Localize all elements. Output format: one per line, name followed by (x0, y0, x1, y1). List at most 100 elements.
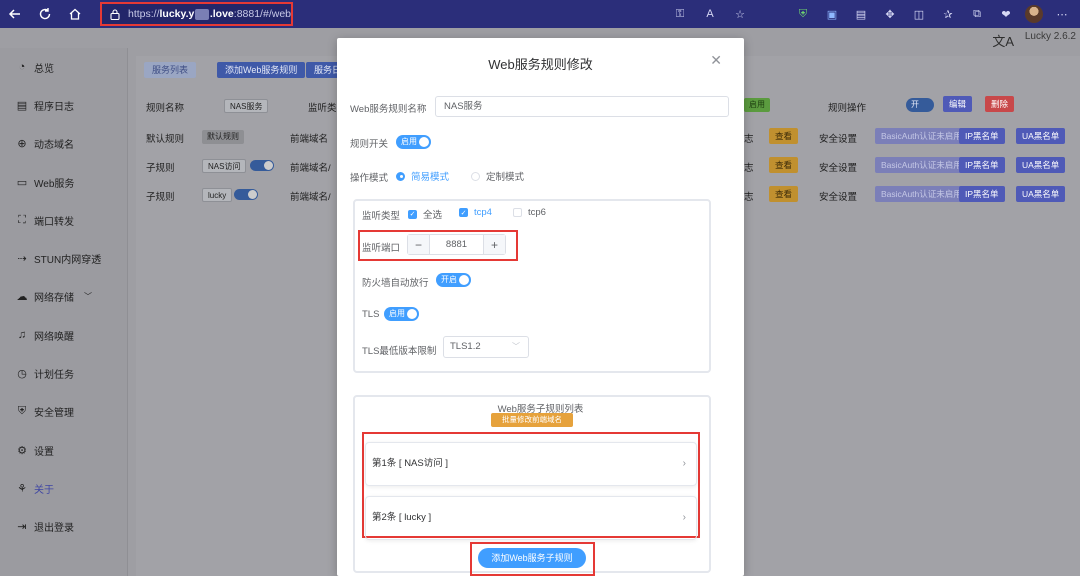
split-icon[interactable]: ◫ (909, 4, 929, 24)
tab-add-rule[interactable]: 添加Web服务规则 (217, 62, 306, 78)
sidebar-item-label: Web服务 (34, 178, 75, 190)
stun-icon: ⇢ (17, 253, 27, 266)
view-button[interactable]: 查看 (769, 157, 799, 173)
sidebar-item-storage[interactable]: ☁ 网络存储 ﹀ (0, 278, 127, 316)
address-bar[interactable]: https:// lucky.y .love :8881/#/web (100, 2, 293, 26)
tls-toggle[interactable]: 启用 (384, 307, 419, 321)
collections-icon[interactable]: ⧉ (967, 4, 987, 24)
tls-version-select[interactable]: TLS1.2 ﹀ (443, 336, 529, 358)
tab-service-list[interactable]: 服务列表 (144, 62, 197, 78)
close-icon[interactable]: ✕ (710, 52, 722, 69)
url-tld: .love (209, 8, 234, 20)
minus-icon[interactable]: − (408, 235, 430, 254)
redacted-mask (195, 8, 209, 20)
sidebar-item-logout[interactable]: ⇥ 退出登录 (0, 508, 127, 546)
tcp4-checkbox[interactable]: ✓ tcp4 (459, 207, 492, 218)
batch-edit-domain-button[interactable]: 批量修改前端域名 (491, 413, 573, 427)
home-icon[interactable] (60, 0, 90, 28)
key-icon[interactable]: ⚿ (670, 4, 690, 24)
about-icon: ⚘ (17, 482, 27, 495)
edit-button[interactable]: 编辑 (943, 96, 973, 112)
sidebar-item-label: 设置 (34, 446, 54, 458)
chevron-down-icon: ﹀ (512, 342, 520, 351)
row-type: 默认规则 (146, 134, 185, 145)
lock-icon (110, 8, 120, 20)
sub-rule-label: 第1条 [ NAS访问 ] (372, 458, 449, 469)
ua-blacklist-button[interactable]: UA黑名单 (1016, 157, 1066, 173)
shield-icon[interactable]: ⛨ (793, 4, 813, 24)
profile-avatar[interactable] (1025, 5, 1043, 23)
sidebar-item-logs[interactable]: ▤ 程序日志 (0, 86, 127, 124)
select-all-checkbox[interactable]: ✓ 全选 (408, 207, 442, 221)
ip-blacklist-button[interactable]: IP黑名单 (959, 128, 1005, 144)
rule-switch-toggle[interactable]: 启用 (396, 135, 431, 149)
mode-custom-radio[interactable]: 定制模式 (471, 169, 524, 183)
ddns-icon: ⊕ (17, 138, 27, 151)
tcp6-checkbox[interactable]: tcp6 (513, 207, 546, 218)
ua-blacklist-button[interactable]: UA黑名单 (1016, 128, 1066, 144)
edit-rule-dialog: Web服务规则修改 ✕ Web服务规则名称 NAS服务 规则开关 启用 操作模式… (337, 38, 744, 576)
rule-name-input[interactable]: NAS服务 (435, 96, 729, 117)
basic-auth-button[interactable]: BasicAuth认证未启用 (875, 157, 968, 173)
port-input[interactable]: 8881 (430, 239, 483, 250)
row-toggle[interactable] (250, 160, 274, 171)
sidebar-item-schedule[interactable]: ◷ 计划任务 (0, 354, 127, 392)
mode-simple-radio[interactable]: 简易模式 (396, 169, 449, 183)
url-host: lucky.y (159, 8, 195, 20)
plus-icon[interactable]: + (483, 235, 505, 254)
extensions-icon[interactable]: ✥ (880, 4, 900, 24)
sidebar-item-port-forward[interactable]: ⛶ 端口转发 (0, 201, 127, 239)
more-icon[interactable]: ⋯ (1052, 4, 1072, 24)
performance-icon[interactable]: ❤ (996, 4, 1016, 24)
sidebar-item-security[interactable]: ⛨ 安全管理 (0, 393, 127, 431)
dashboard-icon: ◔ (18, 61, 26, 74)
sub-rule-item[interactable]: 第2条 [ lucky ] › (365, 496, 697, 540)
rule-toggle[interactable]: 开 (906, 98, 934, 112)
row-domain: 前端域名/ (290, 163, 331, 174)
version-label: Lucky 2.6.2 (1024, 31, 1076, 42)
delete-button[interactable]: 删除 (985, 96, 1015, 112)
firewall-label: 防火墙自动放行 (362, 278, 429, 289)
sidebar-item-wol[interactable]: ♫ 网络唤醒 (0, 316, 127, 354)
row-toggle[interactable] (234, 189, 258, 200)
sidebar-item-web[interactable]: ▭ Web服务 (0, 163, 127, 201)
status-badge: 启用 (744, 98, 770, 112)
sub-rule-item[interactable]: 第1条 [ NAS访问 ] › (365, 442, 697, 486)
checkbox-label: 全选 (423, 210, 443, 221)
sidebar-item-overview[interactable]: ◔ 总览 (0, 48, 127, 86)
view-button[interactable]: 查看 (769, 128, 799, 144)
rule-name-tag: NAS服务 (224, 99, 269, 113)
rule-name-label: Web服务规则名称 (350, 104, 427, 115)
ip-blacklist-button[interactable]: IP黑名单 (959, 186, 1005, 202)
basic-auth-button[interactable]: BasicAuth认证未启用 (875, 186, 968, 202)
media-icon[interactable]: ▤ (851, 4, 871, 24)
radio-dot (396, 171, 405, 181)
sidebar-item-label: 程序日志 (34, 101, 74, 113)
sidebar-item-stun[interactable]: ⇢ STUN内网穿透 (0, 239, 127, 277)
schedule-icon: ◷ (17, 368, 27, 381)
basic-auth-button[interactable]: BasicAuth认证未启用 (875, 128, 968, 144)
read-aloud-icon[interactable]: A (700, 4, 720, 24)
firewall-toggle[interactable]: 开启 (436, 273, 471, 287)
sidebar-item-settings[interactable]: ⚙ 设置 (0, 431, 127, 469)
row-domain: 前端域名/ (290, 192, 331, 203)
favorites-icon[interactable]: ✰ (938, 4, 958, 24)
translate-icon[interactable]: 文A (992, 31, 1014, 50)
ip-blacklist-button[interactable]: IP黑名单 (959, 157, 1005, 173)
row-type: 子规则 (146, 192, 175, 203)
dialog-title: Web服务规则修改 (488, 57, 593, 72)
chevron-right-icon: › (682, 512, 686, 523)
ua-blacklist-button[interactable]: UA黑名单 (1016, 186, 1066, 202)
back-icon[interactable] (0, 0, 30, 28)
sidebar-item-ddns[interactable]: ⊕ 动态域名 (0, 125, 127, 163)
sidebar-item-label: STUN内网穿透 (34, 255, 102, 267)
add-sub-rule-button[interactable]: 添加Web服务子规则 (478, 548, 586, 568)
row-type: 子规则 (146, 163, 175, 174)
refresh-icon[interactable] (30, 0, 60, 28)
sidebar-item-about[interactable]: ⚘ 关于 (0, 469, 127, 507)
translate-ext-icon[interactable]: ▣ (822, 4, 842, 24)
view-button[interactable]: 查看 (769, 186, 799, 202)
star-icon[interactable]: ☆ (730, 4, 750, 24)
sidebar-item-label: 计划任务 (34, 370, 74, 382)
checkbox-label: tcp4 (474, 207, 492, 218)
